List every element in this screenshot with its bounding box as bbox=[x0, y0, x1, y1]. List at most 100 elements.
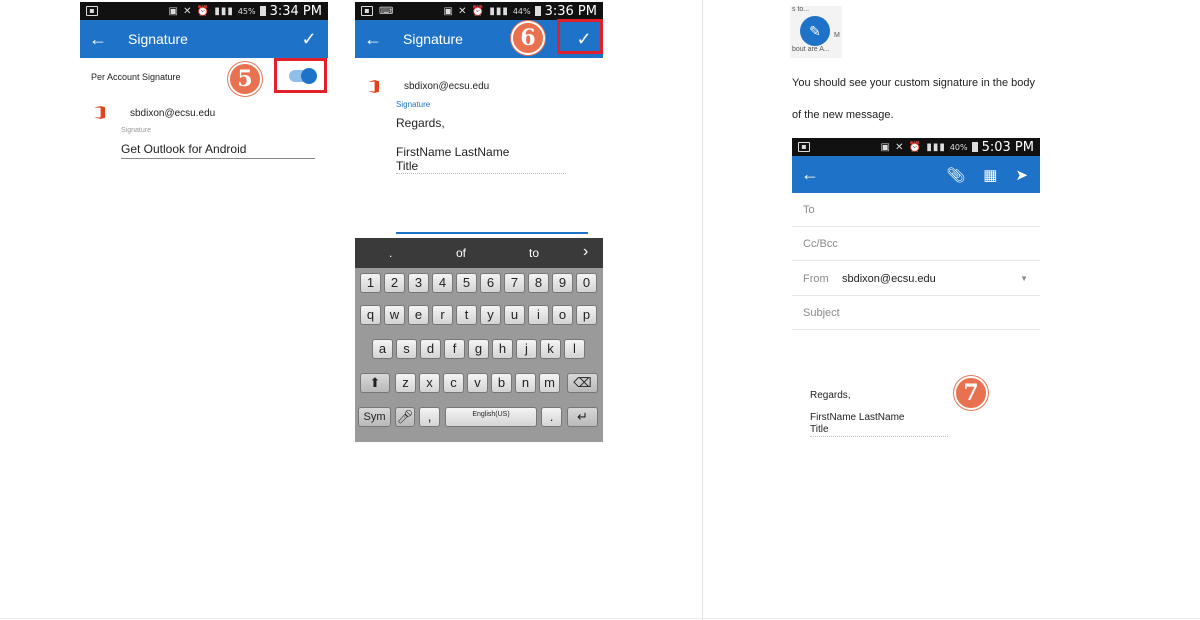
battery-icon bbox=[971, 142, 978, 152]
to-label: To bbox=[803, 204, 815, 216]
key[interactable]: z bbox=[395, 373, 416, 393]
battery-percent: 45% bbox=[237, 6, 256, 16]
battery-icon bbox=[534, 6, 541, 16]
from-field[interactable]: From sbdixon@ecsu.edu ▼ bbox=[792, 262, 1040, 296]
key[interactable]: n bbox=[515, 373, 536, 393]
key[interactable]: p bbox=[576, 305, 597, 325]
key[interactable]: b bbox=[491, 373, 512, 393]
key[interactable]: s bbox=[396, 339, 417, 359]
step-badge-7: 7 bbox=[954, 376, 988, 410]
suggestion-next-icon[interactable]: › bbox=[583, 243, 588, 261]
symbol-key[interactable]: Sym bbox=[358, 407, 391, 427]
key[interactable]: c bbox=[443, 373, 464, 393]
key[interactable]: u bbox=[504, 305, 525, 325]
key[interactable]: 8 bbox=[528, 273, 549, 293]
compose-pencil-icon[interactable]: ✎ bbox=[800, 16, 830, 46]
calendar-icon[interactable]: ▦ bbox=[983, 166, 997, 184]
attachment-icon[interactable]: 📎︎ bbox=[946, 166, 965, 184]
key[interactable]: j bbox=[516, 339, 537, 359]
key[interactable]: 1 bbox=[360, 273, 381, 293]
subject-field[interactable]: Subject bbox=[792, 296, 1040, 330]
comma-key[interactable]: , bbox=[419, 407, 440, 427]
signature-line[interactable]: FirstName LastName bbox=[396, 145, 509, 159]
key[interactable]: f bbox=[444, 339, 465, 359]
key[interactable]: m bbox=[539, 373, 560, 393]
back-arrow-icon[interactable]: ← bbox=[792, 164, 828, 185]
thumbnail-text: bout are A... bbox=[792, 46, 830, 53]
key[interactable]: 5 bbox=[456, 273, 477, 293]
key[interactable]: 2 bbox=[384, 273, 405, 293]
key[interactable]: 9 bbox=[552, 273, 573, 293]
page-title: Signature bbox=[403, 31, 463, 47]
page-title: Signature bbox=[128, 31, 188, 47]
suggestion-item[interactable]: to bbox=[529, 246, 539, 260]
signature-input[interactable]: Get Outlook for Android bbox=[121, 142, 246, 156]
period-key[interactable]: . bbox=[541, 407, 562, 427]
key[interactable]: x bbox=[419, 373, 440, 393]
signature-field-label: Signature bbox=[396, 100, 431, 109]
signature-line[interactable]: Title bbox=[396, 159, 418, 173]
office-icon bbox=[368, 80, 379, 93]
key[interactable]: k bbox=[540, 339, 561, 359]
battery-icon bbox=[259, 6, 266, 16]
signature-line[interactable]: Regards, bbox=[396, 116, 445, 130]
backspace-key[interactable]: ⌫ bbox=[567, 373, 598, 393]
checkmark-icon[interactable]: ✓ bbox=[290, 29, 328, 50]
key[interactable]: 4 bbox=[432, 273, 453, 293]
truncated-text bbox=[810, 436, 948, 438]
key[interactable]: y bbox=[480, 305, 501, 325]
image-notification-icon: ▪ bbox=[86, 6, 98, 16]
battery-percent: 40% bbox=[949, 142, 968, 152]
back-arrow-icon[interactable]: ← bbox=[80, 29, 116, 50]
status-icons: ▣ ✕ ⏰ ▮▮▮ bbox=[443, 5, 509, 17]
key[interactable]: w bbox=[384, 305, 405, 325]
image-notification-icon: ▪ bbox=[798, 142, 810, 152]
page-divider bbox=[702, 0, 703, 620]
tutorial-page: ▪ ▣ ✕ ⏰ ▮▮▮ 45% 3:34 PM ← Signature ✓ Pe… bbox=[0, 0, 1200, 620]
key[interactable]: h bbox=[492, 339, 513, 359]
instruction-text: You should see your custom signature in … bbox=[792, 77, 1035, 89]
instruction-text: of the new message. bbox=[792, 109, 894, 121]
key[interactable]: 6 bbox=[480, 273, 501, 293]
space-key[interactable]: English(US) bbox=[445, 407, 537, 427]
suggestion-item[interactable]: . bbox=[389, 246, 392, 260]
keyboard-notification-icon: ⌨ bbox=[379, 5, 395, 17]
shift-key[interactable]: ⬆ bbox=[360, 373, 390, 393]
key[interactable]: a bbox=[372, 339, 393, 359]
key[interactable]: r bbox=[432, 305, 453, 325]
send-icon[interactable]: ➤ bbox=[1015, 166, 1028, 184]
status-icons: ▣ ✕ ⏰ ▮▮▮ bbox=[168, 5, 234, 17]
step-badge-5: 5 bbox=[228, 62, 262, 96]
key[interactable]: g bbox=[468, 339, 489, 359]
chevron-down-icon[interactable]: ▼ bbox=[1020, 274, 1028, 283]
key[interactable]: l bbox=[564, 339, 585, 359]
status-time: 5:03 PM bbox=[981, 139, 1034, 155]
toggle-knob bbox=[301, 68, 317, 84]
enter-key-icon[interactable]: ↵ bbox=[567, 407, 598, 427]
key[interactable]: i bbox=[528, 305, 549, 325]
suggestion-bar: . of to › bbox=[355, 238, 603, 268]
suggestion-item[interactable]: of bbox=[456, 246, 466, 260]
cc-bcc-field[interactable]: Cc/Bcc bbox=[792, 227, 1040, 261]
key[interactable]: 7 bbox=[504, 273, 525, 293]
highlight-box bbox=[557, 19, 603, 54]
key[interactable]: e bbox=[408, 305, 429, 325]
status-time: 3:36 PM bbox=[544, 3, 597, 19]
microphone-key-icon[interactable]: 🎤︎ bbox=[395, 407, 415, 427]
subject-label: Subject bbox=[803, 307, 840, 319]
key[interactable]: t bbox=[456, 305, 477, 325]
key[interactable]: v bbox=[467, 373, 488, 393]
thumbnail-text: M bbox=[834, 32, 840, 39]
step-badge-6: 6 bbox=[511, 21, 545, 55]
body-signature-line: Title bbox=[810, 424, 829, 435]
input-underline bbox=[121, 158, 315, 159]
to-field[interactable]: To bbox=[792, 193, 1040, 227]
key[interactable]: d bbox=[420, 339, 441, 359]
key[interactable]: o bbox=[552, 305, 573, 325]
status-icons: ▣ ✕ ⏰ ▮▮▮ bbox=[880, 141, 946, 153]
back-arrow-icon[interactable]: ← bbox=[355, 29, 391, 50]
per-account-signature-toggle[interactable] bbox=[289, 68, 317, 84]
key[interactable]: 3 bbox=[408, 273, 429, 293]
key[interactable]: q bbox=[360, 305, 381, 325]
key[interactable]: 0 bbox=[576, 273, 597, 293]
